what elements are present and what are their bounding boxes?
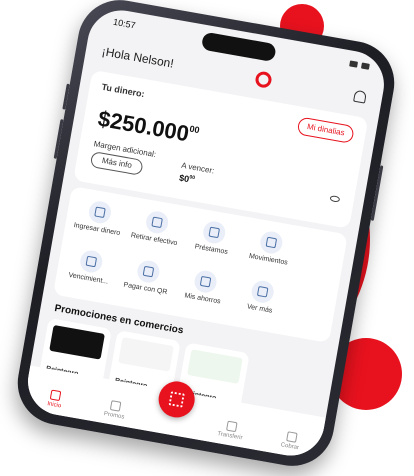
action-deposit[interactable]: Ingresar dinero [69, 197, 130, 238]
loans-icon [201, 219, 227, 246]
digital-money-button[interactable]: Mi dinalias [296, 116, 355, 144]
action-label: Ver más [246, 303, 273, 315]
nav-label: Transferir [216, 431, 243, 442]
piggy-bank-icon [192, 268, 219, 295]
nav-label: Inicio [46, 401, 62, 410]
collect-icon [285, 431, 298, 443]
status-icons [349, 60, 370, 70]
due-amount: $000 [178, 173, 195, 186]
action-label: Movimientos [248, 252, 289, 267]
brand-logo-icon [254, 70, 274, 89]
promo-banner: 10:57 ¡Hola Nelson! Tu dinero: Mi dinali… [0, 0, 414, 476]
promo-image [118, 337, 174, 372]
transfer-icon [225, 420, 238, 433]
action-see-more[interactable]: Ver más [231, 276, 292, 317]
balance-cents: 00 [188, 123, 201, 136]
action-due-dates[interactable]: Vencimient... [60, 246, 121, 287]
action-label: Retirar efectivo [130, 232, 178, 248]
nav-transfer[interactable]: Transferir [210, 418, 253, 443]
action-movements[interactable]: Movimientos [240, 227, 301, 268]
bell-icon[interactable] [353, 89, 367, 104]
status-time: 10:57 [112, 16, 137, 31]
action-label: Vencimient... [67, 271, 109, 286]
action-loans[interactable]: Préstamos [183, 217, 244, 258]
action-label: Ingresar dinero [73, 221, 121, 238]
nav-home[interactable]: Inicio [34, 387, 77, 412]
phone-screen: 10:57 ¡Hola Nelson! Tu dinero: Mi dinali… [22, 5, 390, 461]
phone-side-button [370, 165, 384, 221]
nav-collect[interactable]: Cobrar [270, 429, 313, 454]
eye-icon[interactable] [329, 195, 341, 203]
action-label: Préstamos [194, 243, 229, 257]
action-savings[interactable]: Mis ahorros [174, 266, 235, 307]
balance-value: $250.000 [96, 105, 191, 147]
promo-image [49, 324, 105, 360]
promos-icon [109, 400, 122, 412]
calendar-icon [78, 248, 105, 275]
qr-icon [135, 258, 162, 285]
phone-side-button [62, 83, 70, 110]
due-cents: 00 [188, 174, 196, 182]
action-pay-qr[interactable]: Pagar con QR [117, 256, 178, 297]
nav-promos[interactable]: Promos [94, 398, 137, 423]
action-label: Pagar con QR [122, 281, 168, 297]
more-icon [249, 278, 276, 305]
action-label: Mis ahorros [183, 292, 222, 306]
promo-image [187, 349, 243, 384]
greeting: ¡Hola Nelson! [100, 44, 175, 71]
battery-icon [360, 62, 370, 70]
action-withdraw[interactable]: Retirar efectivo [126, 207, 187, 248]
nav-label: Promos [103, 411, 125, 421]
movements-icon [258, 229, 285, 256]
home-icon [50, 389, 62, 402]
nav-label: Cobrar [280, 442, 300, 452]
deposit-icon [87, 199, 113, 226]
signal-icon [349, 60, 359, 68]
withdraw-icon [144, 209, 170, 236]
phone-side-button [53, 119, 64, 159]
